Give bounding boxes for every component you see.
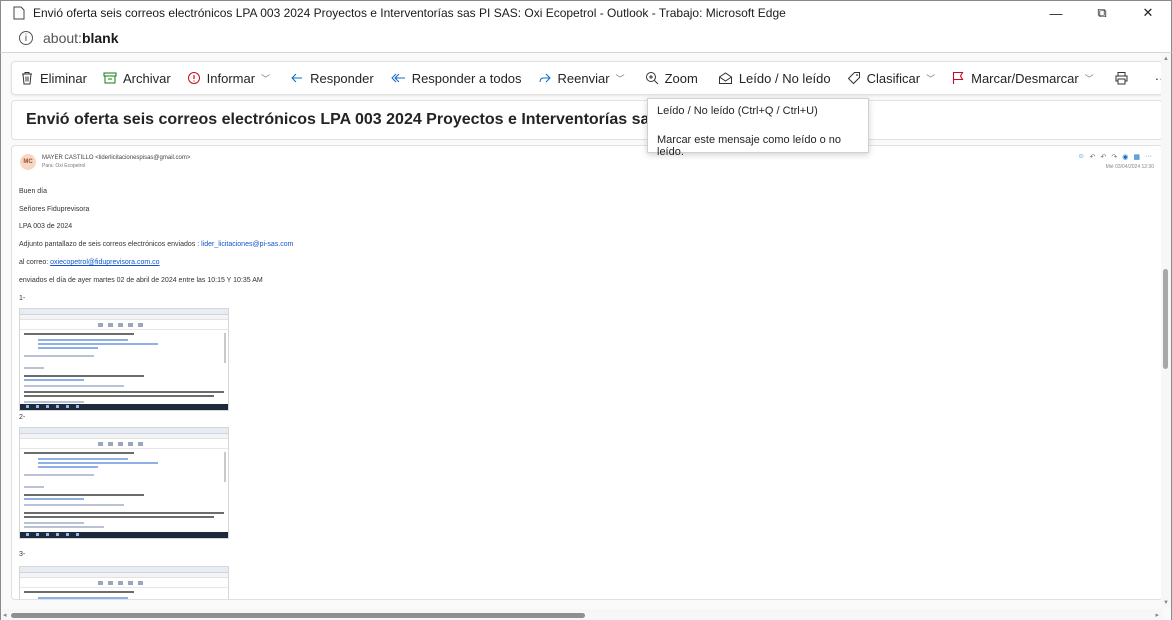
sender-name[interactable]: MAYER CASTILLO <liderlicitacionespisas@g… xyxy=(42,155,190,161)
reply-all-icon[interactable]: ↶ xyxy=(1101,153,1107,161)
apps-icon[interactable]: ◉ xyxy=(1122,153,1128,161)
delete-label: Eliminar xyxy=(40,70,87,86)
zoom-button[interactable]: Zoom xyxy=(637,61,706,95)
archive-icon xyxy=(103,71,117,85)
window-title: Envió oferta seis correos electrónicos L… xyxy=(33,5,786,20)
reply-label: Responder xyxy=(310,70,374,86)
forward-icon xyxy=(538,71,552,85)
flag-label: Marcar/Desmarcar xyxy=(971,70,1079,86)
reply-all-icon xyxy=(390,71,406,85)
report-label: Informar xyxy=(206,70,256,86)
email-link[interactable]: oxiecopetrol@fiduprevisora.com.co xyxy=(50,259,159,266)
message-actions: ☺ ↶ ↶ ↷ ◉ ▦ ··· xyxy=(1077,153,1152,161)
email-link[interactable]: lider_licitaciones@pi-sas.com xyxy=(201,241,293,248)
body-line: Señores Fiduprevisora xyxy=(19,206,90,213)
envelope-open-icon xyxy=(718,71,733,85)
vertical-scroll-thumb[interactable] xyxy=(1163,269,1168,369)
body-greeting: Buen día xyxy=(19,188,48,195)
scroll-down-icon[interactable]: ▼ xyxy=(1163,600,1169,606)
horizontal-scrollbar[interactable]: ◂ ▸ xyxy=(1,609,1163,620)
list-marker: 1- xyxy=(19,295,26,302)
read-unread-label: Leído / No leído xyxy=(738,70,831,86)
reply-button[interactable]: Responder xyxy=(282,61,382,95)
recipient-line: Para: Oxi Ecopetrol xyxy=(42,163,86,169)
url-text[interactable]: about:blank xyxy=(43,30,119,46)
body-line: enviados el día de ayer martes 02 de abr… xyxy=(19,277,263,284)
body-text: Adjunto pantallazo de seis correos elect… xyxy=(19,241,202,248)
body-line: al correo: oxiecopetrol@fiduprevisora.co… xyxy=(19,259,160,266)
tag-icon xyxy=(847,71,861,85)
address-bar[interactable]: i about:blank xyxy=(0,24,1172,52)
tooltip-description: Marcar este mensaje como leído o no leíd… xyxy=(657,134,842,158)
printer-icon xyxy=(1114,71,1129,85)
list-marker: 2- xyxy=(19,414,26,421)
window-title-bar: Envió oferta seis correos electrónicos L… xyxy=(0,0,1172,24)
print-button[interactable] xyxy=(1106,61,1143,95)
forward-icon[interactable]: ↷ xyxy=(1111,153,1117,161)
tooltip-title: Leído / No leído (Ctrl+Q / Ctrl+U) xyxy=(657,105,818,117)
scroll-right-icon[interactable]: ▸ xyxy=(1155,611,1159,619)
zoom-icon xyxy=(645,71,659,85)
url-scheme: about: xyxy=(43,30,82,46)
message-date: Mié 03/04/2024 12:30 xyxy=(1105,164,1154,170)
grid-icon[interactable]: ▦ xyxy=(1133,153,1140,161)
info-icon[interactable]: i xyxy=(19,31,33,45)
read-unread-button[interactable]: Leído / No leído xyxy=(710,61,839,95)
categorize-label: Clasificar xyxy=(866,70,921,86)
chevron-down-icon: ﹀ xyxy=(261,73,271,84)
reply-icon xyxy=(290,71,304,85)
attached-screenshot[interactable] xyxy=(19,308,229,411)
subject-bar: Envió oferta seis correos electrónicos L… xyxy=(11,100,1163,140)
body-line: Adjunto pantallazo de seis correos elect… xyxy=(19,241,293,248)
outlook-content: Eliminar Archivar Informar ﹀ Responder R… xyxy=(0,52,1172,620)
message-toolbar: Eliminar Archivar Informar ﹀ Responder R… xyxy=(11,61,1168,95)
chevron-down-icon: ﹀ xyxy=(1084,73,1094,84)
body-text: al correo: xyxy=(19,259,51,266)
message-subject: Envió oferta seis correos electrónicos L… xyxy=(26,111,716,128)
zoom-label: Zoom xyxy=(664,70,698,86)
forward-button[interactable]: Reenviar ﹀ xyxy=(530,61,633,95)
url-page: blank xyxy=(81,30,119,46)
close-button[interactable]: ✕ xyxy=(1125,1,1171,25)
chevron-down-icon: ﹀ xyxy=(926,73,936,84)
archive-label: Archivar xyxy=(122,70,171,86)
flag-icon xyxy=(951,71,965,85)
smiley-icon[interactable]: ☺ xyxy=(1077,153,1084,161)
attached-screenshot[interactable] xyxy=(19,566,229,599)
reply-icon[interactable]: ↶ xyxy=(1090,153,1096,161)
flag-button[interactable]: Marcar/Desmarcar ﹀ xyxy=(943,61,1102,95)
avatar[interactable]: MC xyxy=(20,154,36,170)
read-unread-tooltip: Leído / No leído (Ctrl+Q / Ctrl+U) Marca… xyxy=(647,98,869,158)
vertical-scrollbar[interactable]: ▲ ▼ xyxy=(1161,53,1171,609)
body-line: LPA 003 de 2024 xyxy=(19,223,73,230)
more-icon[interactable]: ··· xyxy=(1145,153,1152,161)
restore-button[interactable]: ⧉ xyxy=(1079,1,1125,25)
attached-screenshot[interactable] xyxy=(19,427,229,539)
horizontal-scroll-thumb[interactable] xyxy=(11,613,585,618)
minimize-button[interactable]: — xyxy=(1033,1,1079,25)
list-marker: 3- xyxy=(19,551,26,558)
archive-button[interactable]: Archivar xyxy=(95,61,179,95)
reply-all-label: Responder a todos xyxy=(411,70,522,86)
forward-label: Reenviar xyxy=(557,70,610,86)
scroll-up-icon[interactable]: ▲ xyxy=(1163,56,1169,62)
trash-icon xyxy=(20,71,34,85)
scroll-left-icon[interactable]: ◂ xyxy=(3,611,7,619)
report-button[interactable]: Informar ﹀ xyxy=(179,61,278,95)
report-icon xyxy=(187,71,201,85)
categorize-button[interactable]: Clasificar ﹀ xyxy=(839,61,943,95)
chevron-down-icon: ﹀ xyxy=(615,73,625,84)
message-pane: MC MAYER CASTILLO <liderlicitacionespisa… xyxy=(11,145,1163,600)
delete-button[interactable]: Eliminar xyxy=(12,61,95,95)
page-icon xyxy=(11,5,27,21)
reply-all-button[interactable]: Responder a todos xyxy=(382,61,530,95)
